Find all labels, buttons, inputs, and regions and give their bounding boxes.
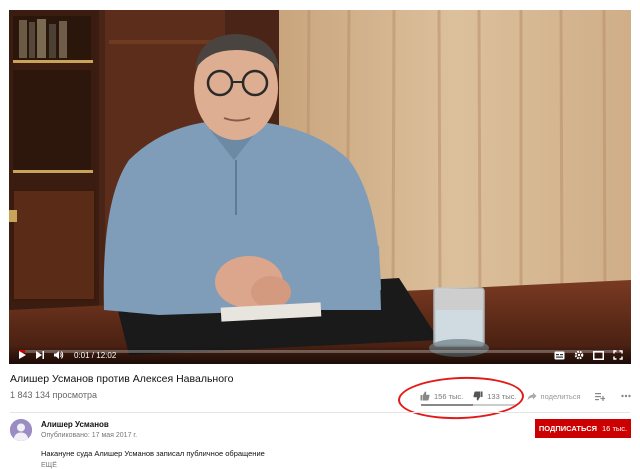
description-text: Накануне суда Алишер Усманов записал пуб… — [41, 449, 265, 458]
video-player[interactable]: 0:01 / 12:02 — [9, 10, 631, 364]
add-to-playlist-icon — [594, 392, 605, 401]
next-button[interactable] — [35, 350, 45, 360]
divider — [10, 412, 630, 413]
settings-button[interactable] — [574, 350, 584, 360]
annotation-circle — [397, 374, 525, 422]
share-icon — [527, 392, 537, 400]
add-to-playlist-button[interactable] — [594, 392, 609, 401]
player-controls: 0:01 / 12:02 — [9, 346, 631, 364]
user-avatar-icon — [10, 419, 32, 441]
more-actions-button[interactable] — [620, 394, 635, 398]
time-current: 0:01 — [74, 350, 90, 360]
channel-name[interactable]: Алишер Усманов — [41, 420, 109, 429]
subscribe-label: ПОДПИСАТЬСЯ — [538, 424, 598, 433]
published-date: Опубликовано: 17 мая 2017 г. — [41, 432, 138, 439]
next-icon — [36, 351, 44, 359]
miniplayer-icon — [593, 350, 604, 360]
subtitles-icon — [554, 351, 565, 359]
settings-icon — [574, 350, 584, 360]
video-frame — [9, 10, 631, 364]
view-count: 1 843 134 просмотра — [10, 390, 98, 400]
play-button[interactable] — [17, 350, 27, 360]
video-title: Алишер Усманов против Алексея Навального — [10, 373, 234, 385]
subscribe-button[interactable]: ПОДПИСАТЬСЯ 16 тыс. — [535, 419, 631, 438]
miniplayer-button[interactable] — [593, 350, 604, 360]
play-icon — [19, 351, 26, 359]
volume-button[interactable] — [53, 350, 64, 360]
show-more-link[interactable]: ЕЩЁ — [41, 462, 57, 469]
fullscreen-icon — [613, 350, 623, 360]
share-label: поделиться — [540, 391, 581, 401]
more-icon — [620, 394, 631, 398]
avatar[interactable] — [10, 419, 32, 441]
volume-icon — [54, 351, 64, 359]
subtitles-button[interactable] — [554, 351, 565, 360]
time-display: 0:01 / 12:02 — [74, 350, 117, 360]
share-button[interactable]: поделиться — [527, 392, 581, 401]
time-total: 12:02 — [96, 350, 117, 360]
player-controls-right — [545, 350, 623, 360]
fullscreen-button[interactable] — [613, 350, 623, 360]
subscriber-count: 16 тыс. — [602, 424, 628, 433]
